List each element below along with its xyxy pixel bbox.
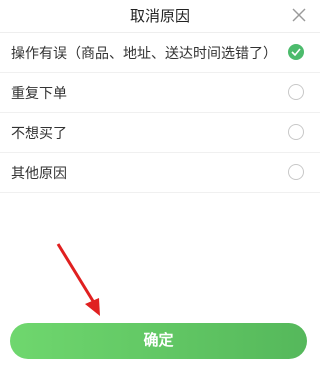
- reason-option-0[interactable]: 操作有误（商品、地址、送达时间选错了）: [0, 33, 320, 73]
- radio-checked-icon[interactable]: [288, 44, 304, 60]
- sheet-title: 取消原因: [129, 7, 190, 25]
- close-icon[interactable]: [290, 6, 308, 24]
- reason-label: 不想买了: [11, 126, 67, 142]
- radio-unchecked-icon[interactable]: [288, 164, 304, 180]
- cancel-reason-sheet: 取消原因 操作有误（商品、地址、送达时间选错了） 重复下单 不想买了 其他原因 …: [0, 0, 320, 366]
- confirm-button[interactable]: 确定: [10, 323, 307, 359]
- sheet-header: 取消原因: [0, 0, 320, 33]
- reason-label: 其他原因: [11, 166, 67, 182]
- reason-list: 操作有误（商品、地址、送达时间选错了） 重复下单 不想买了 其他原因: [0, 33, 320, 193]
- radio-unchecked-icon[interactable]: [288, 124, 304, 140]
- radio-unchecked-icon[interactable]: [288, 84, 304, 100]
- annotation-arrow-icon: [56, 243, 100, 316]
- reason-option-3[interactable]: 其他原因: [0, 153, 320, 193]
- reason-option-1[interactable]: 重复下单: [0, 73, 320, 113]
- reason-option-2[interactable]: 不想买了: [0, 113, 320, 153]
- reason-label: 操作有误（商品、地址、送达时间选错了）: [11, 46, 277, 62]
- reason-label: 重复下单: [11, 86, 67, 102]
